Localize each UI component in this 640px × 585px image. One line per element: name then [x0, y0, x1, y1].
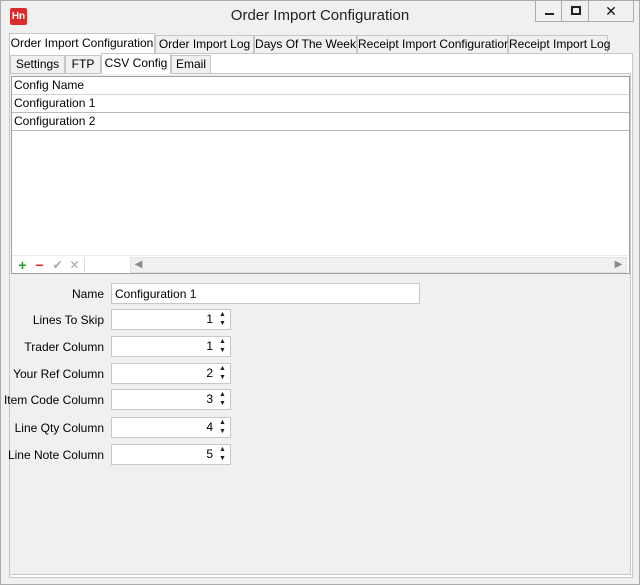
name-field[interactable] [111, 283, 420, 304]
your-ref-column-label: Your Ref Column [13, 367, 104, 381]
main-tab-strip: Order Import Configuration Order Import … [9, 33, 633, 54]
line-qty-column-stepper[interactable]: 4 ▲ ▼ [111, 417, 231, 438]
spin-buttons: ▲ ▼ [216, 311, 229, 328]
spin-down-icon[interactable]: ▼ [216, 374, 229, 382]
config-grid: Config Name Configuration 1 Configuratio… [11, 76, 630, 274]
spin-down-icon[interactable]: ▼ [216, 347, 229, 355]
tab-csv-config[interactable]: CSV Config [101, 53, 171, 74]
item-code-column-label: Item Code Column [3, 393, 104, 407]
line-note-column-stepper[interactable]: 5 ▲ ▼ [111, 444, 231, 465]
your-ref-column-value[interactable]: 2 [112, 364, 215, 383]
minimize-button[interactable] [535, 1, 562, 22]
spin-down-icon[interactable]: ▼ [216, 455, 229, 463]
spin-buttons: ▲ ▼ [216, 391, 229, 408]
tab-order-import-configuration[interactable]: Order Import Configuration [9, 33, 155, 54]
tab-email[interactable]: Email [171, 55, 211, 73]
grid-navigator: + − ✔ ✕ ◀ ▶ [12, 255, 629, 273]
maximize-icon [571, 6, 581, 15]
close-button[interactable]: ✕ [589, 1, 634, 22]
tab-settings[interactable]: Settings [10, 55, 65, 73]
line-qty-column-label: Line Qty Column [14, 421, 104, 435]
horizontal-scrollbar[interactable]: ◀ ▶ [130, 257, 627, 273]
column-header-config-name[interactable]: Config Name [12, 77, 629, 95]
spin-down-icon[interactable]: ▼ [216, 428, 229, 436]
spin-up-icon[interactable]: ▲ [216, 311, 229, 319]
lines-to-skip-value[interactable]: 1 [112, 310, 215, 329]
maximize-button[interactable] [562, 1, 589, 22]
close-icon: ✕ [605, 3, 617, 19]
trader-column-value[interactable]: 1 [112, 337, 215, 356]
app-window: Hn Order Import Configuration ✕ Order Im… [0, 0, 640, 585]
tab-ftp[interactable]: FTP [65, 55, 101, 73]
line-qty-column-value[interactable]: 4 [112, 418, 215, 437]
name-label: Name [71, 287, 104, 301]
tab-receipt-import-configuration[interactable]: Receipt Import Configuration [357, 35, 511, 53]
table-row[interactable]: Configuration 2 [12, 113, 629, 131]
tab-days-of-the-week[interactable]: Days Of The Week [254, 35, 357, 53]
spin-buttons: ▲ ▼ [216, 338, 229, 355]
spin-buttons: ▲ ▼ [216, 419, 229, 436]
tab-receipt-import-log[interactable]: Receipt Import Log [508, 35, 610, 53]
spin-buttons: ▲ ▼ [216, 365, 229, 382]
add-record-button[interactable]: + [14, 257, 31, 273]
line-note-column-label: Line Note Column [7, 448, 104, 462]
spin-down-icon[interactable]: ▼ [216, 320, 229, 328]
trader-column-stepper[interactable]: 1 ▲ ▼ [111, 336, 231, 357]
title-bar: Hn Order Import Configuration ✕ [1, 1, 639, 31]
cancel-edit-button[interactable]: ✕ [66, 257, 83, 273]
spin-up-icon[interactable]: ▲ [216, 419, 229, 427]
lines-to-skip-label: Lines To Skip [32, 313, 104, 327]
delete-record-button[interactable]: − [31, 257, 48, 273]
scroll-left-icon[interactable]: ◀ [131, 258, 146, 272]
line-note-column-value[interactable]: 5 [112, 445, 215, 464]
spin-down-icon[interactable]: ▼ [216, 400, 229, 408]
accept-edit-button[interactable]: ✔ [49, 257, 66, 273]
spin-up-icon[interactable]: ▲ [216, 446, 229, 454]
spin-up-icon[interactable]: ▲ [216, 391, 229, 399]
minimize-icon [545, 13, 554, 15]
scroll-right-icon[interactable]: ▶ [611, 258, 626, 272]
tab-order-import-log[interactable]: Order Import Log [155, 35, 254, 53]
spin-up-icon[interactable]: ▲ [216, 338, 229, 346]
spin-up-icon[interactable]: ▲ [216, 365, 229, 373]
table-row[interactable]: Configuration 1 [12, 95, 629, 113]
sub-tab-strip: Settings FTP CSV Config Email [10, 53, 632, 74]
spin-buttons: ▲ ▼ [216, 446, 229, 463]
item-code-column-stepper[interactable]: 3 ▲ ▼ [111, 389, 231, 410]
trader-column-label: Trader Column [24, 340, 104, 354]
lines-to-skip-stepper[interactable]: 1 ▲ ▼ [111, 309, 231, 330]
item-code-column-value[interactable]: 3 [112, 390, 215, 409]
your-ref-column-stepper[interactable]: 2 ▲ ▼ [111, 363, 231, 384]
navigator-divider [84, 258, 85, 272]
